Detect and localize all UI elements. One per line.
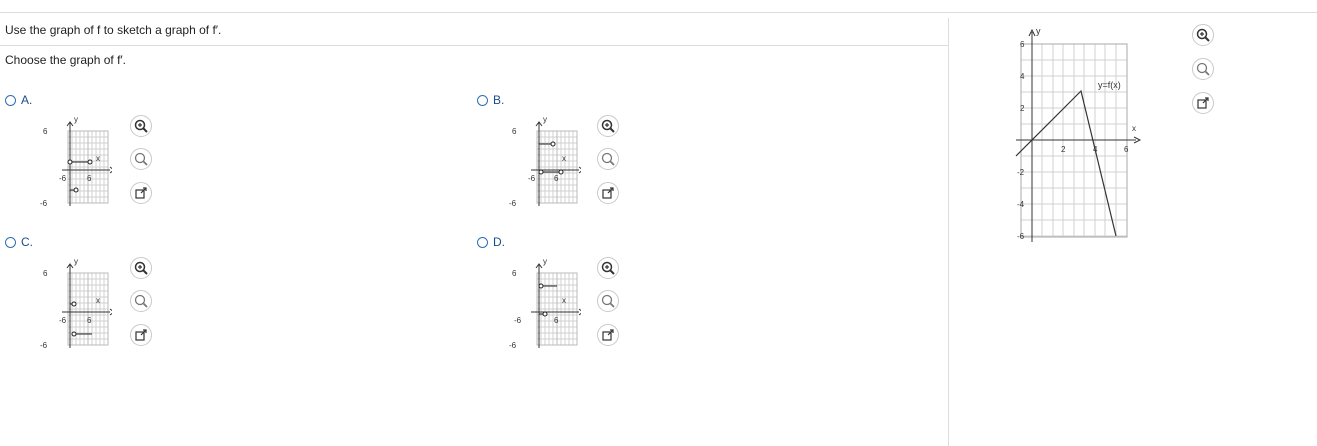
option-a-graph[interactable]: y 6 -6 x -6 6 xyxy=(40,114,112,210)
main-graph-x-label: x xyxy=(1132,124,1136,133)
main-graph-xtick-6: 6 xyxy=(1124,145,1129,154)
main-popout-button[interactable] xyxy=(1192,92,1214,114)
option-a-zoom-in-button[interactable] xyxy=(130,115,152,137)
question-text: Use the graph of f to sketch a graph of … xyxy=(5,23,222,37)
main-graph-f[interactable]: y x y=f(x) 6 4 2 -2 -4 -6 2 4 6 xyxy=(1010,22,1145,244)
main-graph-ytick-neg4: -4 xyxy=(1017,200,1025,209)
option-d-label: D. xyxy=(493,235,505,249)
option-c-graph[interactable]: y 6 -6 x -6 6 xyxy=(40,256,112,352)
radio-d[interactable] xyxy=(477,236,488,248)
main-graph-xtick-4: 4 xyxy=(1093,145,1098,154)
option-b-ybottom: -6 xyxy=(509,199,517,208)
zoom-out-icon xyxy=(601,152,615,166)
zoom-in-icon xyxy=(1196,28,1210,42)
option-b[interactable]: B. xyxy=(477,93,504,107)
option-c-xleft: -6 xyxy=(59,316,67,325)
option-d-xleft: -6 xyxy=(514,316,522,325)
option-b-xleft: -6 xyxy=(528,174,536,183)
popout-icon xyxy=(135,187,147,199)
option-b-graph[interactable]: y 6 -6 x -6 6 xyxy=(509,114,581,210)
main-graph-ytick-4: 4 xyxy=(1020,72,1025,81)
option-b-popout-button[interactable] xyxy=(597,182,619,204)
zoom-in-icon xyxy=(134,261,148,275)
option-d[interactable]: D. xyxy=(477,235,505,249)
main-graph-ytick-neg6: -6 xyxy=(1017,232,1025,241)
option-a-ytop: 6 xyxy=(43,127,48,136)
main-graph-y-label: y xyxy=(1036,26,1041,36)
option-d-popout-button[interactable] xyxy=(597,324,619,346)
option-a-label: A. xyxy=(21,93,33,107)
radio-c[interactable] xyxy=(5,236,16,248)
popout-icon xyxy=(602,329,614,341)
option-a-popout-button[interactable] xyxy=(130,182,152,204)
popout-icon xyxy=(602,187,614,199)
zoom-in-icon xyxy=(134,119,148,133)
zoom-in-icon xyxy=(601,119,615,133)
main-zoom-out-button[interactable] xyxy=(1192,58,1214,80)
option-a-xright: 6 xyxy=(87,174,92,183)
option-c-x-label: x xyxy=(96,296,100,305)
radio-a[interactable] xyxy=(5,94,16,106)
option-c-xright: 6 xyxy=(87,316,92,325)
option-c-popout-button[interactable] xyxy=(130,324,152,346)
main-zoom-in-button[interactable] xyxy=(1192,24,1214,46)
option-a-xleft: -6 xyxy=(59,174,67,183)
option-d-ytop: 6 xyxy=(512,269,517,278)
option-a-ybottom: -6 xyxy=(40,199,48,208)
option-a-zoom-out-button[interactable] xyxy=(130,148,152,170)
zoom-out-icon xyxy=(134,294,148,308)
option-d-zoom-in-button[interactable] xyxy=(597,257,619,279)
option-c-label: C. xyxy=(21,235,33,249)
zoom-out-icon xyxy=(601,294,615,308)
option-c-ytop: 6 xyxy=(43,269,48,278)
main-graph-ytick-2: 2 xyxy=(1020,104,1025,113)
option-c[interactable]: C. xyxy=(5,235,33,249)
prompt-text: Choose the graph of f′. xyxy=(5,53,126,67)
zoom-out-icon xyxy=(1196,62,1210,76)
main-graph-ytick-neg2: -2 xyxy=(1017,168,1025,177)
option-d-x-label: x xyxy=(562,296,566,305)
option-a[interactable]: A. xyxy=(5,93,32,107)
option-a-x-label: x xyxy=(96,154,100,163)
question-divider xyxy=(0,45,948,46)
option-c-zoom-out-button[interactable] xyxy=(130,290,152,312)
option-b-ytop: 6 xyxy=(512,127,517,136)
option-d-xright: 6 xyxy=(554,316,559,325)
option-d-ybottom: -6 xyxy=(509,341,517,350)
top-divider xyxy=(0,12,1317,13)
option-b-label: B. xyxy=(493,93,505,107)
option-b-x-label: x xyxy=(562,154,566,163)
option-d-graph[interactable]: y 6 -6 x -6 6 xyxy=(509,256,581,352)
main-graph-curve-label: y=f(x) xyxy=(1098,80,1121,90)
option-b-zoom-out-button[interactable] xyxy=(597,148,619,170)
option-b-y-label: y xyxy=(543,115,547,124)
option-c-ybottom: -6 xyxy=(40,341,48,350)
radio-b[interactable] xyxy=(477,94,488,106)
zoom-out-icon xyxy=(134,152,148,166)
option-d-y-label: y xyxy=(543,257,547,266)
popout-icon xyxy=(1197,97,1209,109)
option-b-zoom-in-button[interactable] xyxy=(597,115,619,137)
option-b-xright: 6 xyxy=(554,174,559,183)
main-graph-xtick-2: 2 xyxy=(1061,145,1066,154)
zoom-in-icon xyxy=(601,261,615,275)
option-d-zoom-out-button[interactable] xyxy=(597,290,619,312)
option-c-zoom-in-button[interactable] xyxy=(130,257,152,279)
popout-icon xyxy=(135,329,147,341)
option-c-y-label: y xyxy=(74,257,78,266)
main-graph-ytick-6: 6 xyxy=(1020,40,1025,49)
option-a-y-label: y xyxy=(74,115,78,124)
vertical-divider xyxy=(948,18,949,446)
